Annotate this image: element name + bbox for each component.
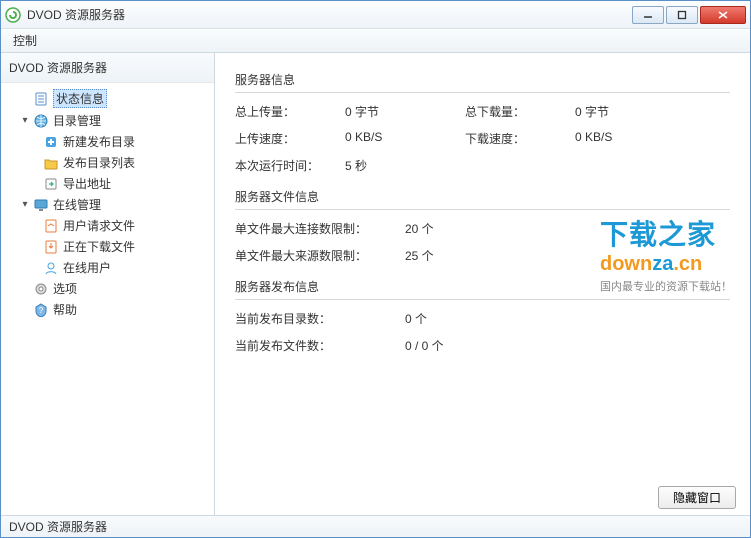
tree-label: 状态信息: [53, 89, 107, 108]
gear-icon: [33, 281, 49, 297]
label-max-conn: 单文件最大连接数限制：: [235, 220, 405, 237]
minimize-button[interactable]: [632, 6, 664, 24]
menubar: 控制: [1, 29, 750, 53]
folder-icon: [43, 155, 59, 171]
app-icon: [5, 7, 21, 23]
tree-label: 发布目录列表: [63, 154, 135, 171]
tree-item-online-mgmt[interactable]: ▾ 在线管理: [1, 194, 214, 215]
window-title: DVOD 资源服务器: [27, 6, 630, 23]
file-info-grid: 单文件最大连接数限制： 20 个 单文件最大来源数限制： 25 个: [235, 220, 730, 264]
label-dir-count: 当前发布目录数：: [235, 310, 405, 327]
label-download-speed: 下载速度：: [465, 130, 575, 147]
download-icon: [43, 239, 59, 255]
document-icon: [33, 91, 49, 107]
section-publish-info-title: 服务器发布信息: [235, 278, 730, 295]
tree-label: 在线用户: [63, 259, 111, 276]
titlebar[interactable]: DVOD 资源服务器: [1, 1, 750, 29]
value-total-download: 0 字节: [575, 103, 685, 120]
sidebar: DVOD 资源服务器 状态信息 ▾ 目录管理 新建发布目录: [1, 53, 215, 515]
chevron-down-icon: ▾: [19, 115, 31, 126]
label-total-download: 总下载量：: [465, 103, 575, 120]
statusbar-text: DVOD 资源服务器: [9, 518, 107, 535]
sidebar-header: DVOD 资源服务器: [1, 53, 214, 83]
value-file-count: 0 / 0 个: [405, 337, 485, 354]
tree-item-dir-mgmt[interactable]: ▾ 目录管理: [1, 110, 214, 131]
app-window: DVOD 资源服务器 控制 DVOD 资源服务器 状态信息 ▾ 目录管理: [0, 0, 751, 538]
export-icon: [43, 176, 59, 192]
content-pane: 服务器信息 总上传量： 0 字节 总下载量： 0 字节 上传速度： 0 KB/S…: [215, 53, 750, 515]
divider: [235, 209, 730, 210]
window-buttons: [630, 6, 746, 24]
tree-item-status[interactable]: 状态信息: [1, 87, 214, 110]
body: DVOD 资源服务器 状态信息 ▾ 目录管理 新建发布目录: [1, 53, 750, 515]
label-total-upload: 总上传量：: [235, 103, 345, 120]
tree-label: 正在下载文件: [63, 238, 135, 255]
tree-item-export-addr[interactable]: 导出地址: [1, 173, 214, 194]
section-server-info-title: 服务器信息: [235, 71, 730, 88]
nav-tree: 状态信息 ▾ 目录管理 新建发布目录 发布目录列表 导出地址: [1, 83, 214, 515]
label-max-source: 单文件最大来源数限制：: [235, 247, 405, 264]
section-file-info-title: 服务器文件信息: [235, 188, 730, 205]
divider: [235, 92, 730, 93]
publish-info-grid: 当前发布目录数： 0 个 当前发布文件数： 0 / 0 个: [235, 310, 730, 354]
globe-icon: [33, 113, 49, 129]
menu-control[interactable]: 控制: [7, 30, 43, 51]
statusbar: DVOD 资源服务器: [1, 515, 750, 537]
maximize-button[interactable]: [666, 6, 698, 24]
svg-text:?: ?: [39, 306, 44, 315]
close-button[interactable]: [700, 6, 746, 24]
value-total-upload: 0 字节: [345, 103, 465, 120]
file-request-icon: [43, 218, 59, 234]
tree-label: 用户请求文件: [63, 217, 135, 234]
user-icon: [43, 260, 59, 276]
tree-label: 新建发布目录: [63, 133, 135, 150]
tree-label: 选项: [53, 280, 77, 297]
footer-button-row: 隐藏窗口: [658, 486, 736, 509]
value-upload-speed: 0 KB/S: [345, 130, 465, 147]
label-file-count: 当前发布文件数：: [235, 337, 405, 354]
tree-label: 导出地址: [63, 175, 111, 192]
plus-icon: [43, 134, 59, 150]
tree-label: 在线管理: [53, 196, 101, 213]
value-dir-count: 0 个: [405, 310, 485, 327]
tree-item-publish-dir-list[interactable]: 发布目录列表: [1, 152, 214, 173]
tree-item-online-users[interactable]: 在线用户: [1, 257, 214, 278]
server-info-grid: 总上传量： 0 字节 总下载量： 0 字节 上传速度： 0 KB/S 下载速度：…: [235, 103, 730, 174]
tree-label: 目录管理: [53, 112, 101, 129]
value-max-conn: 20 个: [405, 220, 485, 237]
tree-item-options[interactable]: 选项: [1, 278, 214, 299]
divider: [235, 299, 730, 300]
help-icon: ?: [33, 302, 49, 318]
label-runtime: 本次运行时间：: [235, 157, 345, 174]
tree-item-user-req-files[interactable]: 用户请求文件: [1, 215, 214, 236]
tree-item-help[interactable]: ? 帮助: [1, 299, 214, 320]
value-max-source: 25 个: [405, 247, 485, 264]
value-download-speed: 0 KB/S: [575, 130, 685, 147]
hide-window-button[interactable]: 隐藏窗口: [658, 486, 736, 509]
tree-label: 帮助: [53, 301, 77, 318]
tree-item-downloading-files[interactable]: 正在下载文件: [1, 236, 214, 257]
value-runtime: 5 秒: [345, 157, 465, 174]
tree-item-new-publish-dir[interactable]: 新建发布目录: [1, 131, 214, 152]
label-upload-speed: 上传速度：: [235, 130, 345, 147]
monitor-icon: [33, 197, 49, 213]
chevron-down-icon: ▾: [19, 199, 31, 210]
